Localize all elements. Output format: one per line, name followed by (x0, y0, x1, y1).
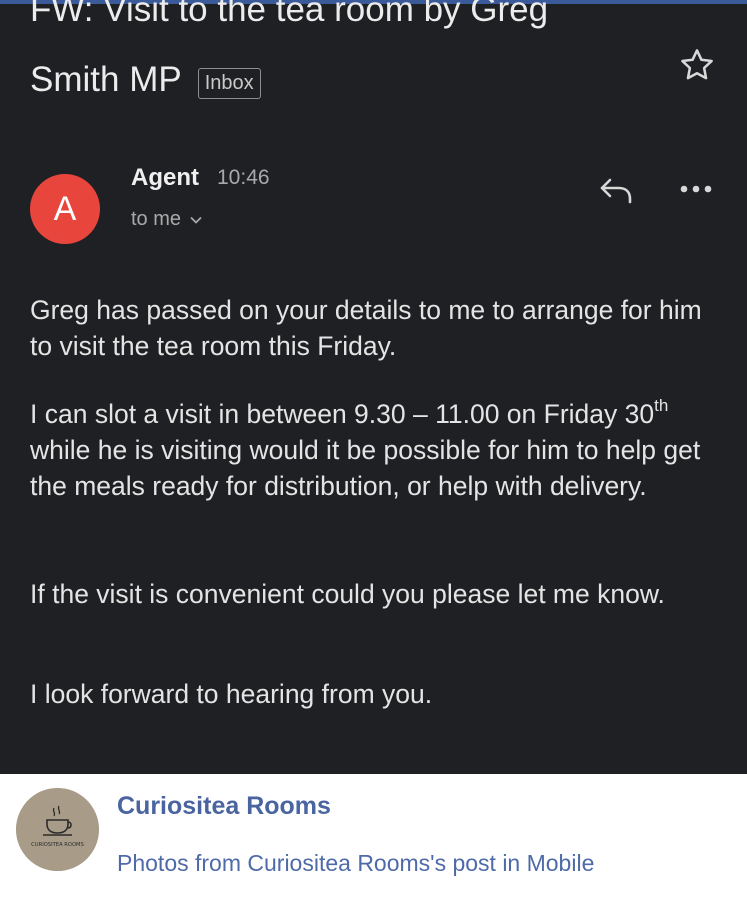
body-paragraph: If the visit is convenient could you ple… (30, 579, 665, 609)
body-text: while he is visiting would it be possibl… (30, 435, 701, 501)
email-subject-continued: Smith MP Inbox (30, 60, 261, 100)
email-time: 10:46 (217, 166, 270, 189)
reply-icon[interactable] (597, 174, 637, 206)
body-paragraph: Greg has passed on your details to me to… (30, 295, 702, 361)
teacup-logo: CURIOSITEA ROOMS (16, 788, 99, 871)
email-subject: FW: Visit to the tea room by Greg (30, 0, 549, 29)
page-name-link[interactable]: Curiositea Rooms (117, 792, 331, 821)
page-logo[interactable]: CURIOSITEA ROOMS (16, 788, 99, 871)
post-caption[interactable]: Photos from Curiositea Rooms's post in M… (117, 850, 594, 877)
star-icon[interactable] (678, 46, 716, 84)
sender-name[interactable]: Agent (131, 164, 199, 192)
email-view: FW: Visit to the tea room by Greg Smith … (0, 0, 747, 774)
email-subject-end: Smith MP (30, 60, 182, 99)
sender-avatar[interactable]: A (30, 174, 100, 244)
recipient-label: to me (131, 208, 182, 230)
recipient-toggle[interactable]: to me (131, 208, 203, 231)
logo-text: CURIOSITEA ROOMS (31, 842, 84, 848)
body-text: I can slot a visit in between 9.30 – 11.… (30, 399, 655, 429)
more-icon[interactable] (678, 182, 714, 196)
body-paragraph: I can slot a visit in between 9.30 – 11.… (30, 396, 730, 504)
inbox-label-badge[interactable]: Inbox (197, 67, 261, 99)
date-ordinal: th (654, 396, 669, 416)
body-paragraph: I look forward to hearing from you. (30, 679, 433, 709)
chevron-down-icon (190, 216, 202, 224)
facebook-post-card[interactable]: CURIOSITEA ROOMS Curiositea Rooms Photos… (0, 774, 747, 902)
